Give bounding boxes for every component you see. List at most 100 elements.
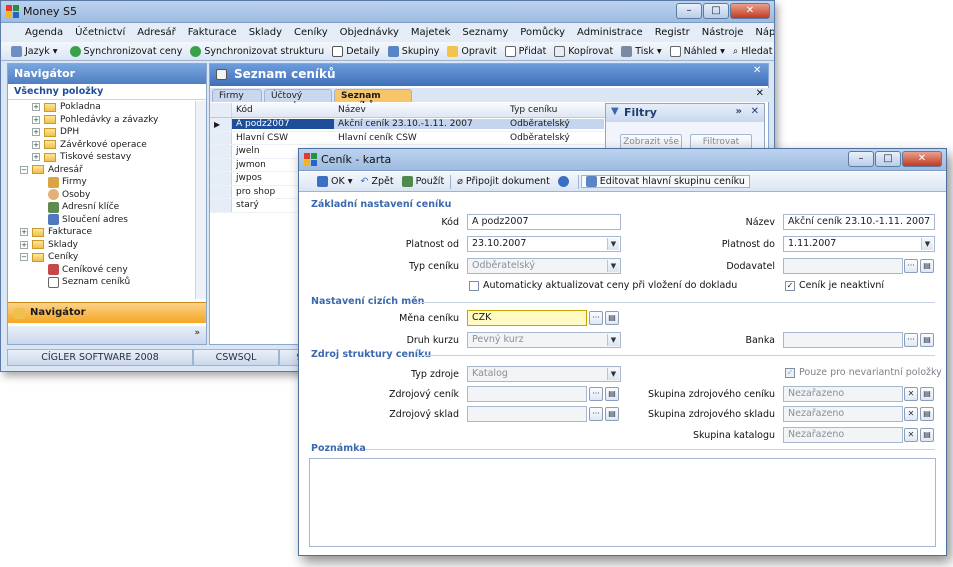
platnost-od-input[interactable]: 23.10.2007 ▼: [467, 236, 621, 252]
sk-kat-input[interactable]: Nezařazeno: [783, 427, 903, 443]
inactive-checkbox[interactable]: ✓: [785, 281, 795, 291]
menu-objednavky[interactable]: Objednávky: [334, 27, 405, 38]
details-button[interactable]: Detaily: [328, 45, 384, 57]
language-button[interactable]: Jazyk ▾: [7, 45, 62, 57]
zdroj-select[interactable]: Katalog ▼: [467, 366, 621, 382]
dodavatel-input[interactable]: [783, 258, 903, 274]
chevron-down-icon[interactable]: ▼: [607, 334, 619, 346]
menu-adresar[interactable]: Adresář: [131, 27, 182, 38]
menu-administrace[interactable]: Administrace: [571, 27, 649, 38]
menu-seznamy[interactable]: Seznamy: [456, 27, 514, 38]
tree-item[interactable]: − Adresář: [8, 164, 196, 177]
menu-nastroje[interactable]: Nástroje: [696, 27, 750, 38]
platnost-do-input[interactable]: 1.11.2007 ▼: [783, 236, 935, 252]
menu-pomucky[interactable]: Pomůcky: [514, 27, 571, 38]
tree-item[interactable]: + Pokladna: [8, 101, 196, 114]
tree-item[interactable]: Firmy: [8, 176, 196, 189]
zdroj-sklad-detail-button[interactable]: ▤: [605, 407, 619, 421]
preview-button[interactable]: Náhled ▾: [666, 45, 729, 57]
table-row[interactable]: Hlavní CSW Hlavní ceník CSW Odběratelský: [210, 131, 606, 145]
table-row[interactable]: ▶ A podz2007 Akční ceník 23.10.-1.11. 2007…: [210, 118, 606, 132]
add-button[interactable]: Přidat: [501, 45, 551, 57]
dodavatel-browse-button[interactable]: ···: [904, 259, 918, 273]
zdroj-cenik-input[interactable]: [467, 386, 587, 402]
tree-item[interactable]: + Tiskové sestavy: [8, 151, 196, 164]
maximize-button[interactable]: □: [703, 3, 729, 19]
sk-kat-clear-button[interactable]: ✕: [904, 428, 918, 442]
menu-ceniky[interactable]: Ceníky: [288, 27, 334, 38]
tree-item[interactable]: Adresní klíče: [8, 201, 196, 214]
column-nazev[interactable]: Název: [334, 105, 506, 115]
tree-item[interactable]: Seznam ceníků: [8, 276, 196, 289]
chevron-down-icon[interactable]: ▼: [607, 260, 619, 272]
banka-input[interactable]: [783, 332, 903, 348]
typ-select[interactable]: Odběratelský ▼: [467, 258, 621, 274]
close-filters-icon[interactable]: ✕: [751, 106, 759, 117]
navigator-footer[interactable]: »: [8, 326, 206, 344]
attach-document-button[interactable]: ⌀ Připojit dokument: [453, 176, 554, 187]
note-textarea[interactable]: [309, 458, 936, 547]
navigator-scrollbar[interactable]: [195, 101, 206, 299]
menu-agenda[interactable]: Agenda: [19, 27, 69, 38]
sk-kat-detail-button[interactable]: ▤: [920, 428, 934, 442]
tree-item[interactable]: Sloučení adres: [8, 214, 196, 227]
auto-update-checkbox[interactable]: [469, 281, 479, 291]
apply-button[interactable]: Použít: [398, 176, 449, 187]
sk-sklad-detail-button[interactable]: ▤: [920, 407, 934, 421]
sk-cenik-detail-button[interactable]: ▤: [920, 387, 934, 401]
tree-item[interactable]: + Sklady: [8, 239, 196, 252]
minimize-button[interactable]: –: [676, 3, 702, 19]
zdroj-sklad-input[interactable]: [467, 406, 587, 422]
mena-input[interactable]: CZK: [467, 310, 587, 326]
mena-browse-button[interactable]: ···: [589, 311, 603, 325]
copy-button[interactable]: Kopírovat: [550, 45, 617, 57]
menu-registr[interactable]: Registr: [649, 27, 696, 38]
chevron-down-icon[interactable]: ▼: [921, 238, 933, 250]
mena-detail-button[interactable]: ▤: [605, 311, 619, 325]
zdroj-sklad-browse-button[interactable]: ···: [589, 407, 603, 421]
chevron-down-icon[interactable]: ▼: [607, 368, 619, 380]
nonvariant-checkbox[interactable]: ✓: [785, 368, 795, 378]
tab-seznam-ceniku[interactable]: Seznam ceníků: [334, 89, 412, 111]
sync-structure-button[interactable]: Synchronizovat strukturu: [186, 45, 328, 57]
edit-button[interactable]: Opravit: [443, 45, 500, 57]
close-tab-icon[interactable]: ✕: [756, 88, 764, 99]
collapse-icon[interactable]: »: [736, 106, 742, 117]
sk-sklad-input[interactable]: Nezařazeno: [783, 406, 903, 422]
sk-sklad-clear-button[interactable]: ✕: [904, 407, 918, 421]
search-button[interactable]: ⌕ Hledat: [729, 46, 774, 57]
tree-item[interactable]: + Pohledávky a závazky: [8, 114, 196, 127]
sk-cenik-input[interactable]: Nezařazeno: [783, 386, 903, 402]
tree-item[interactable]: Ceníkové ceny: [8, 264, 196, 277]
dodavatel-detail-button[interactable]: ▤: [920, 259, 934, 273]
tree-item[interactable]: + Fakturace: [8, 226, 196, 239]
dialog-minimize-button[interactable]: –: [848, 151, 874, 167]
menu-fakturace[interactable]: Fakturace: [182, 27, 243, 38]
close-panel-icon[interactable]: ✕: [753, 65, 761, 76]
sk-cenik-clear-button[interactable]: ✕: [904, 387, 918, 401]
edit-main-group-button[interactable]: Editovat hlavní skupinu ceníku: [580, 175, 750, 188]
ok-button[interactable]: OK ▾: [313, 176, 357, 187]
dialog-maximize-button[interactable]: □: [875, 151, 901, 167]
tree-item[interactable]: + DPH: [8, 126, 196, 139]
groups-button[interactable]: Skupiny: [384, 45, 444, 57]
banka-browse-button[interactable]: ···: [904, 333, 918, 347]
menu-napoveda[interactable]: Nápověda: [749, 27, 774, 38]
chevron-down-icon[interactable]: ▼: [607, 238, 619, 250]
zdroj-cenik-browse-button[interactable]: ···: [589, 387, 603, 401]
navigator-button[interactable]: Navigátor: [8, 302, 206, 323]
zdroj-cenik-detail-button[interactable]: ▤: [605, 387, 619, 401]
close-button[interactable]: ✕: [730, 3, 770, 19]
menu-sklady[interactable]: Sklady: [243, 27, 288, 38]
help-button[interactable]: [554, 176, 576, 187]
tree-item[interactable]: Osoby: [8, 189, 196, 202]
nazev-input[interactable]: Akční ceník 23.10.-1.11. 2007: [783, 214, 935, 230]
kod-input[interactable]: A podz2007: [467, 214, 621, 230]
tab-firmy[interactable]: Firmy: [212, 89, 262, 102]
menu-ucetnictvi[interactable]: Účetnictví: [69, 27, 131, 38]
dialog-close-button[interactable]: ✕: [902, 151, 942, 167]
kurz-select[interactable]: Pevný kurz ▼: [467, 332, 621, 348]
column-kod[interactable]: Kód: [232, 105, 334, 115]
menu-majetek[interactable]: Majetek: [405, 27, 457, 38]
sync-prices-button[interactable]: Synchronizovat ceny: [66, 45, 187, 57]
